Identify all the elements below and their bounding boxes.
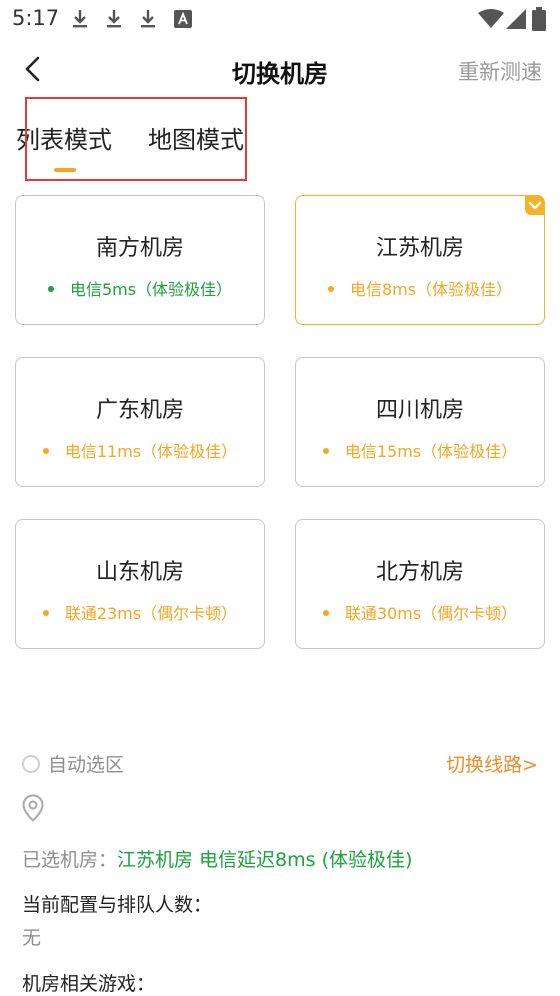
room-card-selected[interactable]: 江苏机房 电信8ms（体验极佳） [295,195,545,325]
room-name: 四川机房 [375,398,464,423]
config-label: 当前配置与排队人数： [22,894,213,916]
status-dot [42,447,49,454]
room-name: 广东机房 [95,398,184,423]
auto-select-label: 自动选区 [48,754,125,776]
room-latency: 联通30ms（偶尔卡顿） [344,604,518,623]
switch-line-link[interactable]: 切换线路> [446,750,538,777]
download-icon [141,10,155,28]
room-name: 南方机房 [95,236,184,261]
selected-room-prefix: 已选机房： [22,849,118,871]
signal-icon [506,9,526,29]
selected-check-icon [525,195,545,215]
room-card[interactable]: 广东机房 电信11ms（体验极佳） [15,357,265,487]
related-games-label: 机房相关游戏： [22,973,156,995]
room-name: 山东机房 [95,560,184,585]
status-dot [322,447,329,454]
download-icon [107,10,121,28]
config-value: 无 [22,927,42,949]
room-card[interactable]: 山东机房 联通23ms（偶尔卡顿） [15,519,265,649]
status-bar: 5:17 [0,0,560,38]
room-latency: 电信11ms（体验极佳） [64,442,238,461]
status-dot [47,285,54,292]
status-dot [42,609,49,616]
room-latency: 电信8ms（体验极佳） [349,280,513,299]
tabs-highlight-annotation [25,97,247,181]
app-notification-icon [174,10,192,28]
room-latency: 电信5ms（体验极佳） [69,280,233,299]
location-pin-icon [22,794,44,822]
room-latency: 联通23ms（偶尔卡顿） [64,604,238,623]
room-latency: 电信15ms（体验极佳） [344,442,518,461]
retest-button[interactable]: 重新测速 [458,56,542,86]
room-card[interactable]: 四川机房 电信15ms（体验极佳） [295,357,545,487]
auto-select-toggle[interactable]: 自动选区 [22,750,124,777]
selected-room-info: 已选机房：江苏机房 电信延迟8ms (体验极佳) [22,845,412,872]
selected-room-value: 江苏机房 电信延迟8ms (体验极佳) [117,849,413,871]
download-icon [73,10,87,28]
radio-icon[interactable] [22,754,40,773]
status-dot [322,609,329,616]
navigation-bar: 切换机房 重新测速 [0,40,560,102]
room-card[interactable]: 南方机房 电信5ms（体验极佳） [15,195,265,325]
status-dot [327,285,334,292]
room-name: 北方机房 [375,560,464,585]
room-name: 江苏机房 [375,236,464,261]
room-card[interactable]: 北方机房 联通30ms（偶尔卡顿） [295,519,545,649]
battery-icon [532,7,546,31]
wifi-icon [478,9,504,28]
status-time: 5:17 [12,6,60,30]
